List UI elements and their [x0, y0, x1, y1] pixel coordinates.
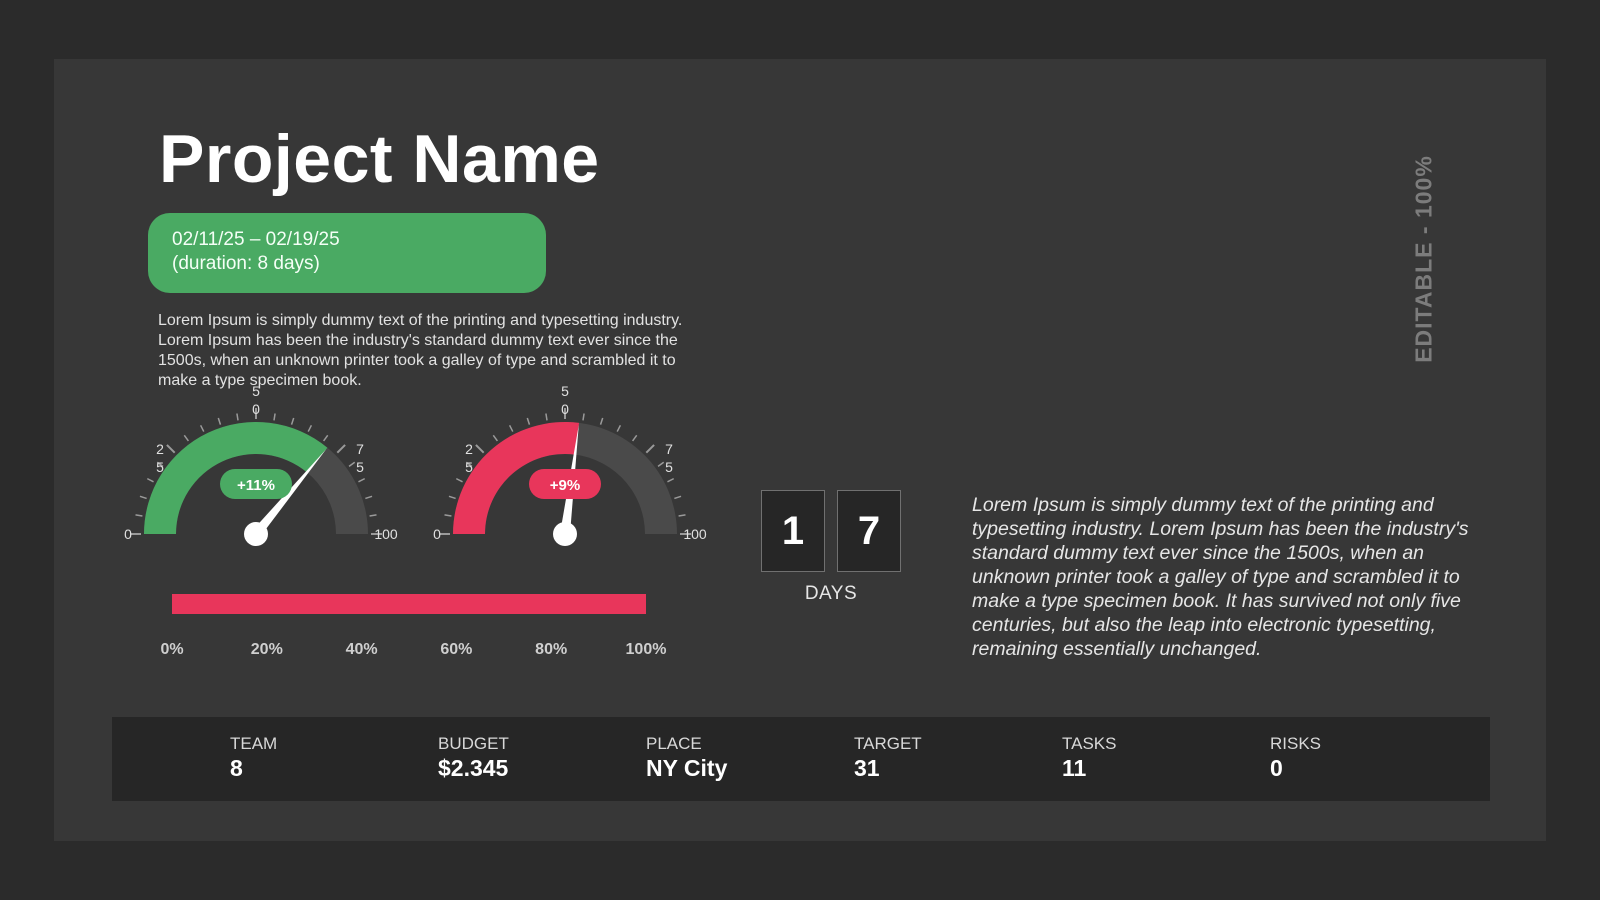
gauge-tick — [475, 444, 485, 454]
countdown-digit: 7 — [837, 490, 901, 572]
stat-place: PLACE NY City — [646, 734, 727, 782]
gauge-tick — [545, 413, 548, 421]
tick-label-100: 100 — [683, 526, 707, 542]
stats-bar: TEAM 8 BUDGET $2.345 PLACE NY City TARGE… — [112, 717, 1490, 801]
gauge-tick — [582, 413, 585, 421]
tick-label-75a: 7 — [356, 441, 364, 457]
stat-value: $2.345 — [438, 755, 509, 781]
stat-label: TEAM — [230, 734, 278, 753]
gauge-hub — [244, 522, 268, 546]
tick-label-25a: 2 — [156, 441, 164, 457]
gauge-tick — [645, 444, 655, 454]
tick-label-75b: 5 — [665, 459, 673, 475]
gauge-tick — [358, 477, 366, 483]
stat-target: TARGET 31 — [854, 734, 922, 782]
stat-team: TEAM 8 — [230, 734, 277, 782]
gauge-tick — [273, 413, 276, 421]
gauge-tick — [290, 417, 295, 425]
countdown-digits: 1 7 — [761, 490, 901, 572]
gauge-tick — [492, 434, 499, 442]
tick-label-25a: 2 — [465, 441, 473, 457]
gauge-tick — [217, 417, 222, 425]
gauge-tick — [348, 461, 356, 468]
project-description: Lorem Ipsum is simply dummy text of the … — [158, 312, 683, 389]
gauge-tick — [236, 413, 239, 421]
stat-label: TARGET — [854, 734, 922, 753]
tick-label-25b: 5 — [156, 459, 164, 475]
stat-label: TASKS — [1062, 734, 1117, 753]
stat-label: PLACE — [646, 734, 702, 753]
gauge-tick — [657, 461, 665, 468]
gauge-tick — [139, 495, 147, 500]
gauge-tick — [631, 434, 638, 442]
tick-label-75a: 7 — [665, 441, 673, 457]
tick-label-75b: 5 — [356, 459, 364, 475]
tick-label-100: 100 — [374, 526, 398, 542]
gauge-tick — [365, 495, 373, 500]
page-title: Project Name — [159, 121, 600, 197]
stat-value: 8 — [230, 755, 243, 781]
stat-label: BUDGET — [438, 734, 509, 753]
gauge-tick — [322, 434, 329, 442]
duration-text: (duration: 8 days) — [172, 253, 320, 274]
gauge-tick — [678, 514, 686, 517]
stat-value: 11 — [1062, 755, 1087, 781]
gauge-tick — [667, 477, 675, 483]
progress-label-20: 20% — [251, 641, 283, 658]
gauge-tick — [146, 477, 154, 483]
gauge-tick — [455, 477, 463, 483]
progress-label-100: 100% — [626, 641, 667, 658]
gauge-badge: +9% — [550, 477, 580, 494]
gauge-tick — [166, 444, 176, 454]
gauge-tick — [616, 424, 622, 432]
tick-label-25b: 5 — [465, 459, 473, 475]
stat-risks: RISKS 0 — [1270, 734, 1321, 782]
gauge-tick — [336, 444, 346, 454]
stat-budget: BUDGET $2.345 — [438, 734, 509, 782]
stat-value: 31 — [854, 755, 880, 781]
slide-panel: Project Name 02/11/25 – 02/19/25 (durati… — [54, 59, 1546, 841]
tick-label-50a: 5 — [561, 384, 569, 399]
gauge-tick — [183, 434, 190, 442]
tick-label-50a: 5 — [252, 384, 260, 399]
gauge-performance-1: +11% 0 2 5 5 0 7 5 100 — [124, 384, 398, 546]
gauge-tick — [199, 424, 205, 432]
editable-label: EDITABLE - 100% — [1410, 155, 1437, 363]
progress-bar: 0% 20% 40% 60% 80% 100% — [160, 594, 667, 658]
date-range-text: 02/11/25 – 02/19/25 — [172, 229, 340, 250]
progress-label-0: 0% — [160, 641, 183, 658]
tick-label-50b: 0 — [561, 401, 569, 417]
gauge-tick — [674, 495, 682, 500]
gauge-performance-2: +9% 0 2 5 5 0 7 5 100 — [433, 384, 707, 546]
countdown-label: DAYS — [804, 583, 858, 604]
editable-watermark: EDITABLE - 100% — [1409, 139, 1439, 379]
gauge-tick — [448, 495, 456, 500]
gauge-tick — [599, 417, 604, 425]
stat-value: 0 — [1270, 755, 1283, 781]
progress-fill — [172, 594, 646, 614]
stat-tasks: TASKS 11 — [1062, 734, 1116, 782]
progress-label-40: 40% — [346, 641, 378, 658]
gauge-tick — [444, 514, 452, 517]
stat-value: NY City — [646, 755, 728, 781]
gauge-tick — [508, 424, 514, 432]
side-description: Lorem Ipsum is simply dummy text of the … — [972, 494, 1469, 660]
tick-label-0: 0 — [433, 526, 441, 542]
tick-label-50b: 0 — [252, 401, 260, 417]
gauge-tick — [307, 424, 313, 432]
progress-label-60: 60% — [440, 641, 472, 658]
countdown-digit: 1 — [761, 490, 825, 572]
progress-label-80: 80% — [535, 641, 567, 658]
stat-label: RISKS — [1270, 734, 1322, 753]
gauge-badge: +11% — [237, 477, 275, 494]
gauge-tick — [369, 514, 377, 517]
gauge-tick — [526, 417, 531, 425]
gauge-tick — [135, 514, 143, 517]
tick-label-0: 0 — [124, 526, 132, 542]
gauge-hub — [553, 522, 577, 546]
date-range-badge: 02/11/25 – 02/19/25 (duration: 8 days) — [148, 213, 546, 293]
